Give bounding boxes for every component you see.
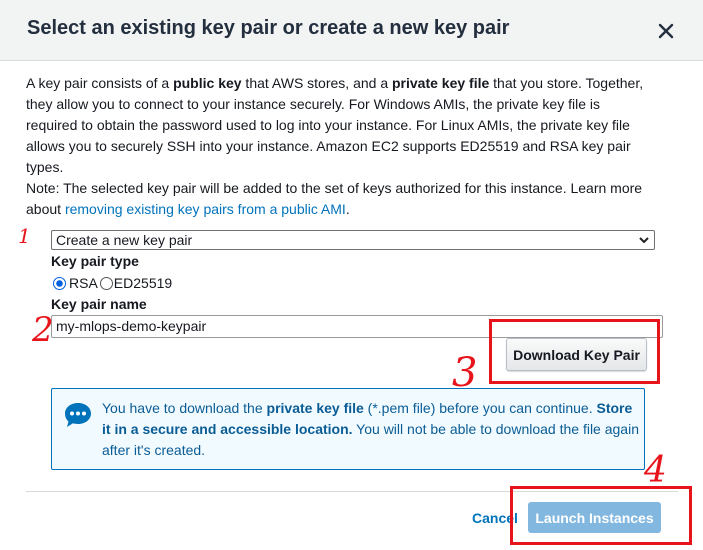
annotation-number-4: 4 [643,450,667,491]
annotation-number-2: 2 [31,310,54,350]
annotation-number-3: 3 [452,350,477,396]
key-pair-dialog: Select an existing key pair or create a … [0,0,703,550]
annotation-number-1: 1 [18,224,31,248]
annotation-overlay: 1 2 3 4 [18,224,667,491]
